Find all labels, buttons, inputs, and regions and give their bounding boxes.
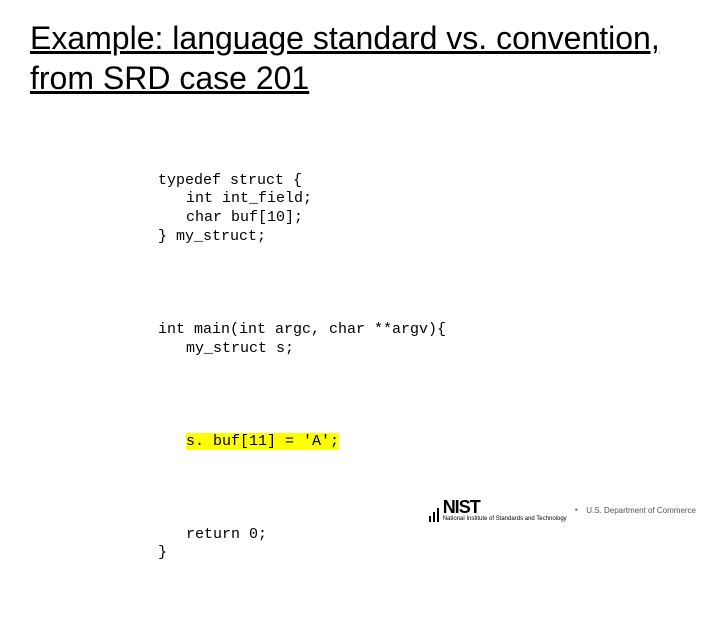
logo-mark-icon <box>429 508 439 522</box>
code-line: int int_field; <box>158 190 312 209</box>
logo-bar-icon <box>437 508 439 522</box>
code-line: typedef struct { <box>158 172 302 189</box>
footer: NIST National Institute of Standards and… <box>0 492 720 528</box>
code-highlight-line: s. buf[11] = 'A'; <box>158 433 690 452</box>
code-line: int main(int argc, char **argv){ <box>158 321 446 338</box>
code-line: char buf[10]; <box>158 209 303 228</box>
code-struct: typedef struct { int int_field; char buf… <box>158 172 690 247</box>
code-block: typedef struct { int int_field; char buf… <box>158 134 690 619</box>
code-line: } <box>158 544 167 561</box>
logo-main-text: NIST <box>443 498 567 516</box>
logo-bar-icon <box>429 516 431 522</box>
slide: Example: language standard vs. conventio… <box>0 0 720 540</box>
nist-logo: NIST National Institute of Standards and… <box>429 498 567 522</box>
code-main-decl: int main(int argc, char **argv){ my_stru… <box>158 321 690 359</box>
logo-bar-icon <box>433 512 435 522</box>
code-return: return 0; } <box>158 526 690 564</box>
code-line: my_struct s; <box>158 340 294 359</box>
code-highlighted: s. buf[11] = 'A'; <box>186 433 339 450</box>
logo-text: NIST National Institute of Standards and… <box>443 498 567 522</box>
logo-sub-text: National Institute of Standards and Tech… <box>443 516 567 522</box>
slide-title: Example: language standard vs. conventio… <box>30 18 690 98</box>
code-line: } my_struct; <box>158 228 266 245</box>
footer-dept-text: U.S. Department of Commerce <box>586 506 696 515</box>
code-line: return 0; <box>158 526 267 545</box>
footer-separator: • <box>575 505 579 516</box>
